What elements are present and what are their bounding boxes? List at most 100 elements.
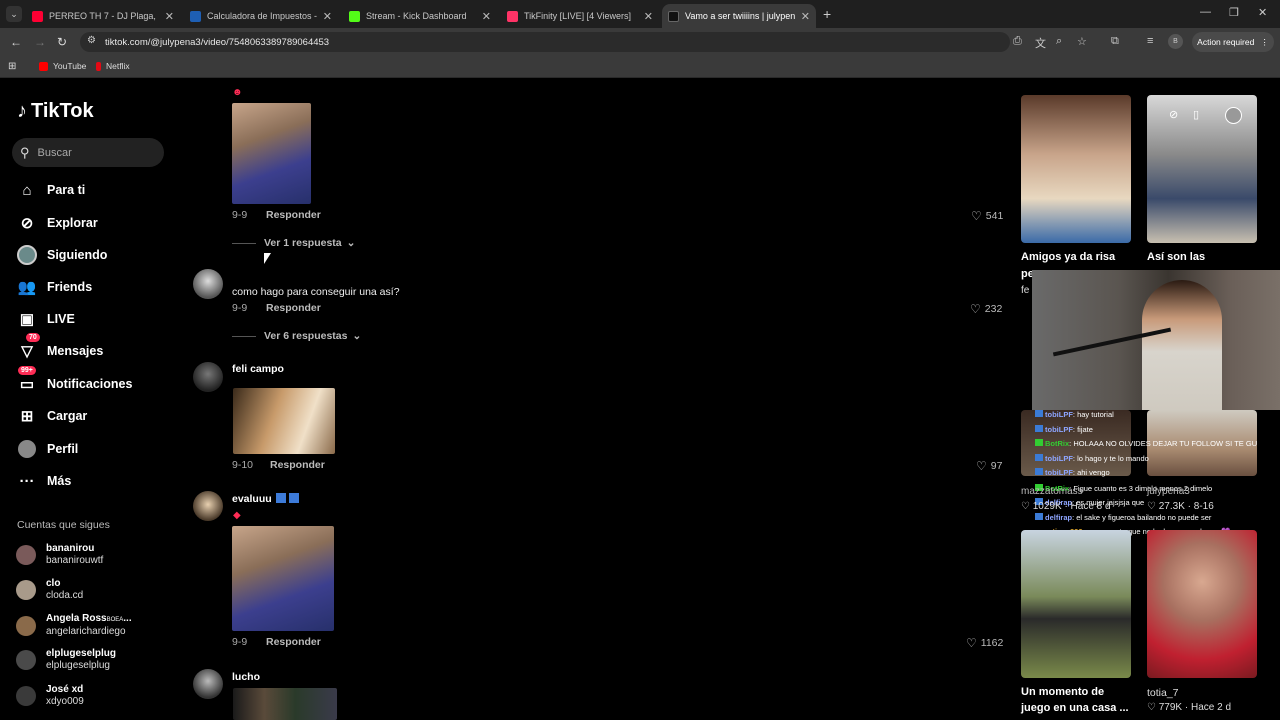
bookmark-netflix[interactable]: Netflix bbox=[96, 61, 130, 71]
comment-likes[interactable]: ♡ 541 bbox=[971, 209, 1003, 223]
back-icon[interactable]: ← bbox=[10, 35, 22, 49]
video-title[interactable]: Un momento de bbox=[1021, 686, 1104, 698]
maximize-icon[interactable]: ❐ bbox=[1229, 6, 1239, 19]
install-app-icon[interactable]: ⎙ bbox=[1013, 35, 1022, 48]
comment-username[interactable]: lucho bbox=[232, 671, 260, 683]
reply-button[interactable]: Responder bbox=[270, 459, 325, 471]
nav-para-ti[interactable]: ⌂ Para ti bbox=[16, 178, 85, 202]
calculator-favicon-icon bbox=[190, 10, 201, 22]
translate-icon[interactable]: 文 bbox=[1035, 35, 1046, 51]
close-tab-icon[interactable]: ✕ bbox=[165, 10, 174, 23]
youtube-icon bbox=[39, 61, 48, 71]
browser-tab[interactable]: TikFinity [LIVE] [4 Viewers] ✕ bbox=[501, 4, 659, 28]
nav-siguiendo[interactable]: Siguiendo bbox=[16, 243, 107, 267]
chat-line: tobiLPF: lo hago y te lo mando bbox=[1035, 452, 1280, 467]
video-title[interactable]: Así son las bbox=[1147, 251, 1205, 263]
chat-badge-icon bbox=[1035, 410, 1043, 417]
comment-likes[interactable]: ♡ 1162 bbox=[966, 636, 1003, 650]
pip-icon[interactable]: ⊘ bbox=[1169, 108, 1178, 121]
video-author[interactable]: julypena3 bbox=[1147, 486, 1190, 497]
close-tab-icon[interactable]: ✕ bbox=[323, 10, 332, 23]
followed-account[interactable]: clo cloda.cd bbox=[16, 578, 83, 602]
nav-notificaciones[interactable]: ▭ 99+ Notificaciones bbox=[16, 366, 132, 396]
nav-friends[interactable]: 👥 Friends bbox=[16, 275, 93, 299]
browser-tab-strip: ⌄ PERREO TH 7 - DJ Plaga, M ✕ Calculadora… bbox=[0, 0, 1280, 28]
tikfinity-favicon-icon bbox=[507, 10, 518, 22]
action-required-button[interactable]: Action required ⋮ bbox=[1192, 32, 1274, 52]
comment-image[interactable] bbox=[233, 388, 335, 454]
bookmark-youtube[interactable]: YouTube bbox=[39, 61, 86, 71]
search-input[interactable]: ⚲ Buscar bbox=[12, 138, 164, 167]
close-tab-icon[interactable]: ✕ bbox=[482, 10, 491, 23]
avatar[interactable] bbox=[193, 669, 223, 699]
browser-tab-active[interactable]: Vamo a ser twiiiins | julypena3 |✕ bbox=[662, 4, 816, 28]
heart-icon: ♡ bbox=[966, 636, 977, 650]
verified-badge-icon bbox=[275, 493, 286, 503]
heart-icon: ♡ bbox=[1021, 501, 1033, 512]
reply-button[interactable]: Responder bbox=[266, 302, 321, 314]
browser-tab[interactable]: PERREO TH 7 - DJ Plaga, M ✕ bbox=[26, 4, 180, 28]
new-tab-icon[interactable]: + bbox=[823, 6, 831, 22]
followed-account[interactable]: José xd xdyo009 bbox=[16, 684, 84, 708]
reload-icon[interactable]: ↻ bbox=[57, 35, 67, 49]
reply-button[interactable]: Responder bbox=[266, 636, 321, 648]
video-title[interactable]: Amigos ya da risa bbox=[1021, 251, 1115, 263]
video-thumbnail[interactable] bbox=[1021, 95, 1131, 243]
nav-cargar[interactable]: ⊞ Cargar bbox=[16, 404, 88, 428]
avatar bbox=[16, 580, 36, 600]
comment-likes[interactable]: ♡ 97 bbox=[976, 459, 1002, 473]
comment-username[interactable]: feli campo bbox=[232, 363, 284, 375]
forward-icon[interactable]: → bbox=[34, 35, 46, 49]
bookmark-star-icon[interactable]: ☆ bbox=[1077, 35, 1087, 48]
chat-line: tobiLPF: ahi vengo bbox=[1035, 466, 1280, 481]
browser-tab[interactable]: Stream - Kick Dashboard ✕ bbox=[343, 4, 497, 28]
profile-avatar-icon[interactable]: B bbox=[1168, 34, 1183, 49]
site-info-icon[interactable]: ⚙ bbox=[87, 35, 96, 46]
user-avatar-icon[interactable] bbox=[1225, 107, 1242, 124]
tiktok-note-icon: ♪ bbox=[17, 100, 27, 122]
nav-perfil[interactable]: Perfil bbox=[16, 437, 78, 461]
video-author[interactable]: mazzatomass bbox=[1021, 486, 1083, 497]
avatar[interactable] bbox=[193, 269, 223, 299]
comment-image[interactable] bbox=[232, 526, 334, 631]
avatar bbox=[16, 650, 36, 670]
view-replies-button[interactable]: Ver 6 respuestas ⌄ bbox=[232, 330, 361, 342]
youtube-favicon-icon bbox=[32, 10, 43, 22]
avatar bbox=[16, 615, 36, 636]
tab-list-dropdown-icon[interactable]: ⌄ bbox=[6, 6, 22, 22]
comment-image[interactable] bbox=[232, 103, 311, 204]
close-tab-icon[interactable]: ✕ bbox=[801, 10, 810, 23]
followed-account[interactable]: elplugeselplug elplugeselplug bbox=[16, 648, 116, 672]
followed-account[interactable]: Angela RossBOEA... angelarichardiego bbox=[16, 613, 132, 638]
nav-mas[interactable]: ··· Más bbox=[16, 469, 72, 493]
notifications-icon: ▭ 99+ bbox=[18, 366, 36, 393]
video-thumbnail[interactable] bbox=[1147, 530, 1257, 678]
minimize-icon[interactable]: — bbox=[1200, 6, 1211, 18]
apps-grid-icon[interactable]: ⊞ bbox=[8, 61, 16, 72]
video-author[interactable]: totia_7 bbox=[1147, 687, 1179, 699]
browser-tab[interactable]: Calculadora de Impuestos - Dó✕ bbox=[184, 4, 338, 28]
avatar[interactable] bbox=[193, 362, 223, 392]
close-window-icon[interactable]: ✕ bbox=[1258, 6, 1267, 19]
extensions-icon[interactable]: ⧉ bbox=[1111, 35, 1119, 48]
nav-live[interactable]: ▣ LIVE bbox=[16, 307, 75, 331]
close-tab-icon[interactable]: ✕ bbox=[644, 10, 653, 23]
reply-button[interactable]: Responder bbox=[266, 209, 321, 221]
avatar[interactable] bbox=[193, 491, 223, 521]
comment-image[interactable] bbox=[233, 688, 337, 720]
messages-icon: ▽ 70 bbox=[16, 333, 40, 362]
nav-explorar[interactable]: ⊘ Explorar bbox=[16, 211, 98, 235]
followed-account[interactable]: bananirou bananirouwtf bbox=[16, 543, 103, 567]
phone-icon[interactable]: ▯ bbox=[1193, 108, 1199, 121]
comment-likes[interactable]: ♡ 232 bbox=[970, 302, 1002, 316]
comment-username[interactable]: evaluuu bbox=[232, 493, 299, 505]
nav-mensajes[interactable]: ▽ 70 Mensajes bbox=[16, 333, 103, 363]
video-thumbnail[interactable] bbox=[1021, 530, 1131, 678]
comment-text: como hago para conseguir una así? bbox=[232, 286, 400, 298]
tiktok-logo[interactable]: ♪ TikTok bbox=[17, 100, 94, 123]
chat-badge-icon bbox=[1035, 453, 1043, 461]
search-icon: ⚲ bbox=[20, 144, 30, 160]
zoom-icon[interactable]: ⌕ bbox=[1056, 35, 1062, 48]
view-replies-button[interactable]: Ver 1 respuesta ⌄ bbox=[232, 237, 355, 249]
reading-list-icon[interactable]: ≡ bbox=[1147, 35, 1153, 47]
